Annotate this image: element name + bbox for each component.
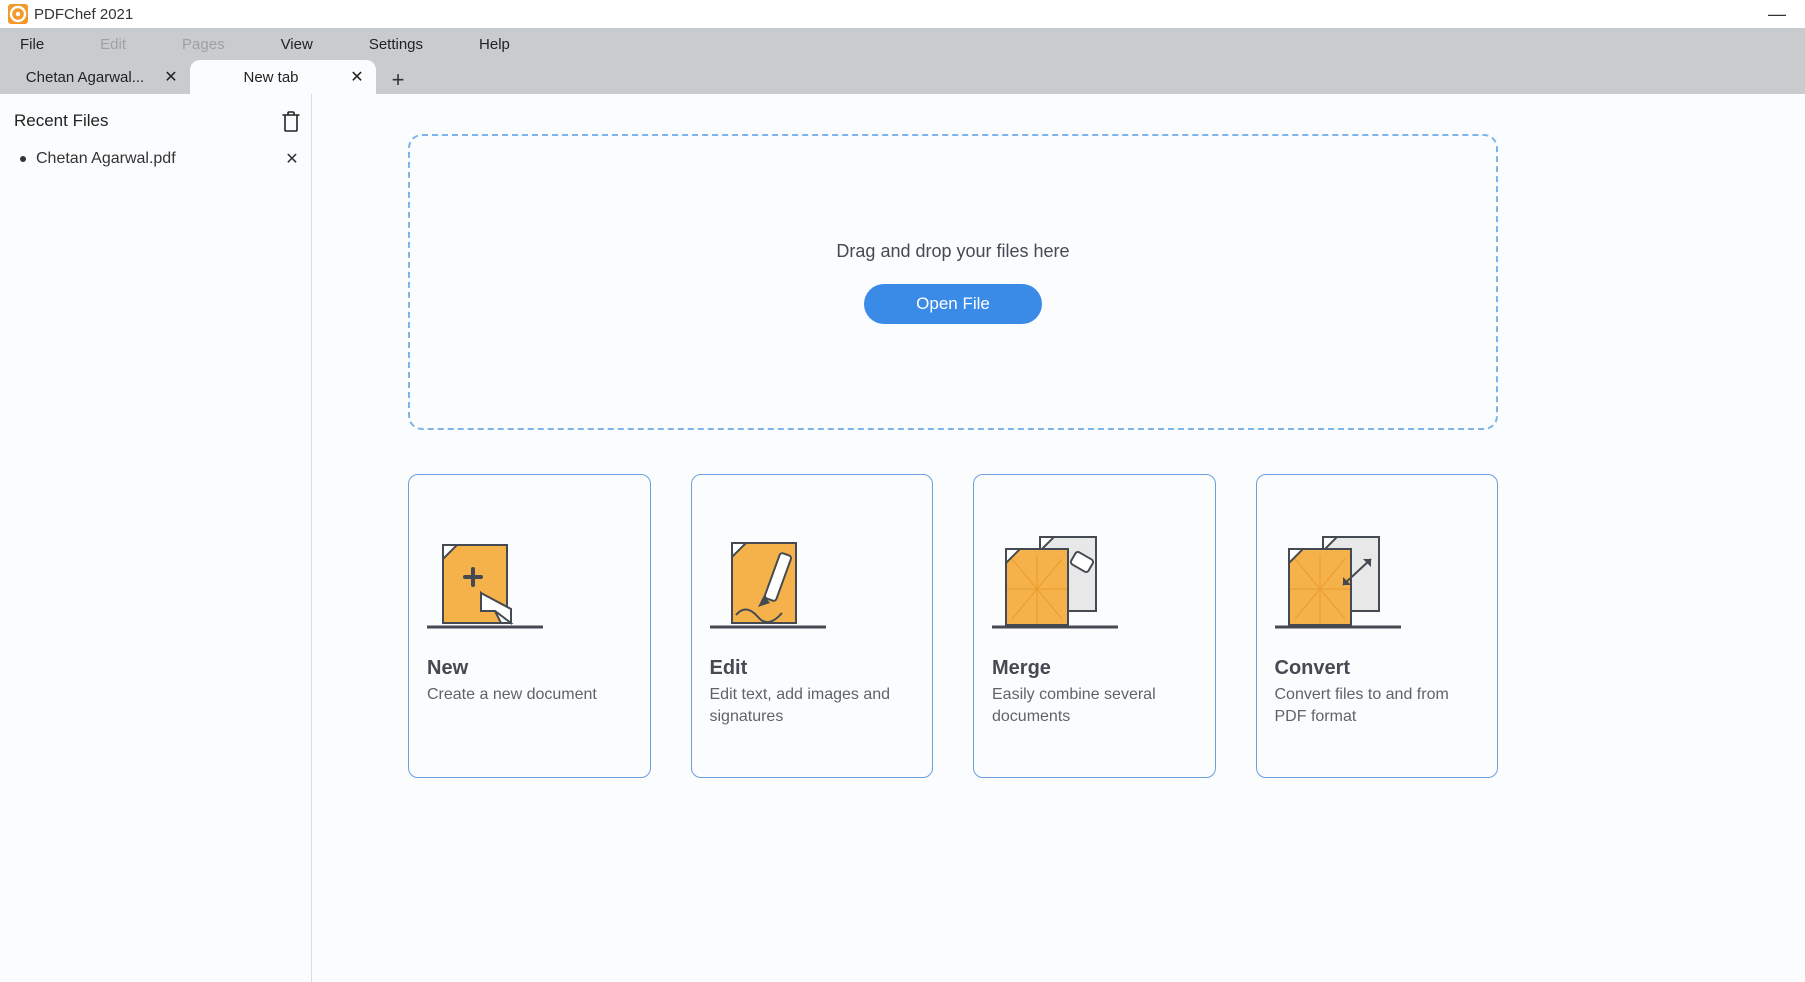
recent-files-title: Recent Files <box>14 111 108 131</box>
title-bar: PDFChef 2021 — <box>0 0 1805 28</box>
tab-new[interactable]: New tab ✕ <box>190 60 376 94</box>
new-document-icon <box>423 505 632 635</box>
menu-settings[interactable]: Settings <box>369 36 423 53</box>
tab-label: Chetan Agarwal... <box>18 69 152 86</box>
card-merge[interactable]: Merge Easily combine several documents <box>973 474 1216 778</box>
card-convert[interactable]: Convert Convert files to and from PDF fo… <box>1256 474 1499 778</box>
app-title: PDFChef 2021 <box>34 6 1757 23</box>
edit-document-icon <box>706 505 915 635</box>
drop-zone-text: Drag and drop your files here <box>836 241 1069 262</box>
card-title: Edit <box>710 657 915 680</box>
add-tab-button[interactable]: + <box>384 66 412 94</box>
card-new[interactable]: New Create a new document <box>408 474 651 778</box>
action-cards: New Create a new document Edit Edit <box>408 474 1498 778</box>
menu-help[interactable]: Help <box>479 36 510 53</box>
drop-zone[interactable]: Drag and drop your files here Open File <box>408 134 1498 430</box>
card-title: Convert <box>1275 657 1480 680</box>
menu-bar: File Edit Pages View Settings Help <box>0 28 1805 60</box>
menu-edit: Edit <box>100 36 126 53</box>
convert-documents-icon <box>1271 505 1480 635</box>
recent-file-item[interactable]: Chetan Agarwal.pdf ✕ <box>12 142 305 176</box>
card-description: Edit text, add images and signatures <box>710 684 915 727</box>
card-description: Easily combine several documents <box>992 684 1197 727</box>
close-icon[interactable]: ✕ <box>348 68 366 86</box>
bullet-icon <box>20 156 26 162</box>
menu-file[interactable]: File <box>20 36 44 53</box>
tabs-row: Chetan Agarwal... ✕ New tab ✕ + <box>0 60 1805 94</box>
sidebar: Recent Files Chetan Agarwal.pdf ✕ <box>0 94 312 982</box>
card-title: New <box>427 657 632 680</box>
sidebar-header: Recent Files <box>12 110 305 142</box>
body-area: Recent Files Chetan Agarwal.pdf ✕ Drag a… <box>0 94 1805 982</box>
trash-icon[interactable] <box>281 110 301 132</box>
card-description: Convert files to and from PDF format <box>1275 684 1480 727</box>
recent-file-name: Chetan Agarwal.pdf <box>36 150 273 168</box>
card-title: Merge <box>992 657 1197 680</box>
tab-document[interactable]: Chetan Agarwal... ✕ <box>4 60 190 94</box>
merge-documents-icon <box>988 505 1197 635</box>
close-icon[interactable]: ✕ <box>162 68 180 86</box>
card-edit[interactable]: Edit Edit text, add images and signature… <box>691 474 934 778</box>
menu-view[interactable]: View <box>281 36 313 53</box>
card-description: Create a new document <box>427 684 632 706</box>
window-minimize-button[interactable]: — <box>1757 3 1797 25</box>
open-file-button[interactable]: Open File <box>864 284 1042 324</box>
close-icon[interactable]: ✕ <box>283 150 301 168</box>
main-area: Drag and drop your files here Open File … <box>312 94 1805 982</box>
app-logo-icon <box>8 4 28 24</box>
tab-label: New tab <box>204 69 338 86</box>
menu-pages: Pages <box>182 36 225 53</box>
